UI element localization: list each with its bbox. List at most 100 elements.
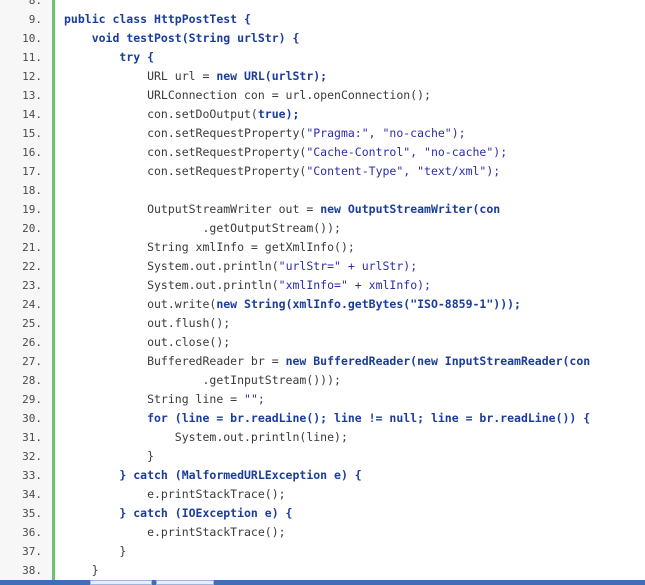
code-line: 12. URL url = new URL(urlStr); (0, 67, 645, 86)
code-token: try (64, 50, 148, 64)
line-number: 31. (22, 431, 42, 444)
code-line: 23. System.out.println("xmlInfo=" + xmlI… (0, 276, 645, 295)
code-line: 19. OutputStreamWriter out = new OutputS… (0, 200, 645, 219)
code-line: 18. (0, 181, 645, 200)
code-token: "Content-Type", "text/xml"); (306, 164, 501, 178)
line-number: 35. (22, 507, 42, 520)
code-line: 14. con.setDoOutput(true); (0, 105, 645, 124)
code-token: con.setRequestProperty( (64, 164, 307, 178)
code-text: } (64, 542, 126, 561)
code-text: } catch (IOException e) { (64, 504, 292, 523)
code-token: e.printStackTrace(); (64, 487, 286, 501)
line-number: 10. (22, 32, 42, 45)
code-text: System.out.println("urlStr=" + urlStr); (64, 257, 417, 276)
line-number: 29. (22, 393, 42, 406)
code-text: } (64, 561, 99, 580)
bottom-tab-2[interactable] (156, 580, 214, 585)
line-number: 9. (28, 13, 42, 26)
code-text: con.setRequestProperty("Content-Type", "… (64, 162, 500, 181)
code-token: } (64, 449, 155, 463)
line-number: 24. (22, 298, 42, 311)
code-line: 13. URLConnection con = url.openConnecti… (0, 86, 645, 105)
line-number: 25. (22, 317, 42, 330)
bottom-tab-1[interactable] (90, 580, 152, 585)
code-token: } catch (IOException e) { (64, 506, 293, 520)
code-line: 28. .getInputStream())); (0, 371, 645, 390)
line-number: 23. (22, 279, 42, 292)
code-text: URLConnection con = url.openConnection()… (64, 86, 431, 105)
code-text: con.setRequestProperty("Cache-Control", … (64, 143, 507, 162)
code-token: HttpPostTest (154, 12, 245, 26)
code-token: new OutputStreamWriter(con (320, 202, 501, 216)
code-line: 21. String xmlInfo = getXmlInfo(); (0, 238, 645, 257)
code-token: out.close(); (64, 335, 231, 349)
code-token: } (64, 563, 99, 577)
code-token: BufferedReader br = (64, 354, 286, 368)
code-line: 35. } catch (IOException e) { (0, 504, 645, 523)
code-line: 26. out.close(); (0, 333, 645, 352)
code-token: OutputStreamWriter out = (64, 202, 321, 216)
code-line: 29. String line = ""; (0, 390, 645, 409)
code-editor: 8. 9. public class HttpPostTest {10. void … (0, 0, 645, 580)
code-line: 17. con.setRequestProperty("Content-Type… (0, 162, 645, 181)
code-text: public class HttpPostTest { (64, 10, 251, 29)
line-number: 33. (22, 469, 42, 482)
code-line: 8. (0, 0, 645, 10)
code-text: con.setDoOutput(true); (64, 105, 299, 124)
line-number: 36. (22, 526, 42, 539)
code-text: } catch (MalformedURLException e) { (64, 466, 362, 485)
code-text: String xmlInfo = getXmlInfo(); (64, 238, 355, 257)
code-token: { (244, 12, 251, 26)
code-text: out.close(); (64, 333, 230, 352)
code-text: out.flush(); (64, 314, 230, 333)
code-text: out.write(new String(xmlInfo.getBytes("I… (64, 295, 521, 314)
code-token: .getOutputStream()); (64, 221, 341, 235)
code-line: 25. out.flush(); (0, 314, 645, 333)
code-token: System.out.println( (64, 259, 279, 273)
code-token: true); (257, 107, 300, 121)
code-token: out.flush(); (64, 316, 231, 330)
line-number: 20. (22, 222, 42, 235)
line-number: 34. (22, 488, 42, 501)
line-number: 13. (22, 89, 42, 102)
code-line: 16. con.setRequestProperty("Cache-Contro… (0, 143, 645, 162)
line-number: 30. (22, 412, 42, 425)
code-text: OutputStreamWriter out = new OutputStrea… (64, 200, 500, 219)
code-line: 24. out.write(new String(xmlInfo.getByte… (0, 295, 645, 314)
code-line: 36. e.printStackTrace(); (0, 523, 645, 542)
code-text: BufferedReader br = new BufferedReader(n… (64, 352, 590, 371)
code-line: 10. void testPost(String urlStr) { (0, 29, 645, 48)
code-text: e.printStackTrace(); (64, 523, 286, 542)
line-number: 37. (22, 545, 42, 558)
code-token: for (line = br.readLine(); line != null;… (64, 411, 591, 425)
line-number: 32. (22, 450, 42, 463)
code-text: .getOutputStream()); (64, 219, 341, 238)
code-lines: 8. 9. public class HttpPostTest {10. void … (0, 0, 645, 580)
code-line: 27. BufferedReader br = new BufferedRead… (0, 352, 645, 371)
code-text: System.out.println("xmlInfo=" + xmlInfo)… (64, 276, 431, 295)
code-line: 32. } (0, 447, 645, 466)
line-number: 21. (22, 241, 42, 254)
code-text: URL url = new URL(urlStr); (64, 67, 327, 86)
line-number: 26. (22, 336, 42, 349)
code-token: con.setRequestProperty( (64, 126, 307, 140)
line-number: 22. (22, 260, 42, 273)
code-token: e.printStackTrace(); (64, 525, 286, 539)
code-text: } (64, 447, 154, 466)
line-number: 15. (22, 127, 42, 140)
code-token: } (64, 544, 127, 558)
code-token: System.out.println(line); (64, 430, 348, 444)
code-line: 11. try { (0, 48, 645, 67)
line-number: 8. (28, 0, 42, 7)
code-line: 20. .getOutputStream()); (0, 219, 645, 238)
code-text: void testPost(String urlStr) { (64, 29, 300, 48)
code-line: 9. public class HttpPostTest { (0, 10, 645, 29)
code-token: public class (64, 12, 155, 26)
code-line: 15. con.setRequestProperty("Pragma:", "n… (0, 124, 645, 143)
line-number: 28. (22, 374, 42, 387)
code-token: } catch (MalformedURLException e) { (64, 468, 362, 482)
code-token: new URL(urlStr); (216, 69, 328, 83)
code-line: 34. e.printStackTrace(); (0, 485, 645, 504)
code-token: con.setRequestProperty( (64, 145, 307, 159)
code-token: "Cache-Control", "no-cache"); (306, 145, 508, 159)
